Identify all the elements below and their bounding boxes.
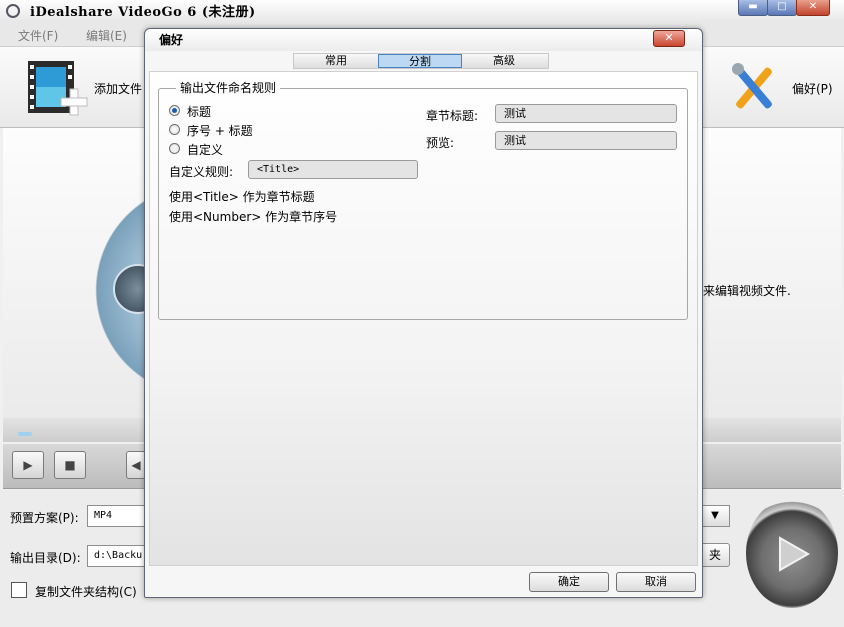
- preset-select[interactable]: MP4: [87, 505, 147, 527]
- hint-title: 使用<Title> 作为章节标题: [169, 190, 315, 204]
- app-icon: [6, 4, 20, 18]
- copy-structure-label: 复制文件夹结构(C): [35, 585, 137, 599]
- stop-icon: ■: [64, 458, 76, 472]
- add-file-label[interactable]: 添加文件: [94, 80, 142, 97]
- volume-button[interactable]: ◀: [126, 451, 146, 479]
- tab-split-label: 分割: [409, 55, 431, 68]
- tab-split[interactable]: 分割: [378, 54, 462, 68]
- chapter-title-label: 章节标题:: [426, 109, 479, 123]
- preferences-button[interactable]: [726, 59, 782, 117]
- option-custom-label: 自定义: [187, 143, 224, 157]
- radio-title[interactable]: [169, 105, 180, 116]
- app-title: iDealshare VideoGo 6 (未注册): [30, 5, 256, 20]
- ok-label: 确定: [558, 575, 580, 588]
- chapter-title-field[interactable]: 测试: [495, 104, 677, 123]
- close-icon: ✕: [664, 31, 674, 44]
- custom-rule-value: <Title>: [257, 164, 300, 175]
- close-icon: ✕: [808, 1, 818, 12]
- dialog-title: 偏好: [159, 33, 184, 47]
- play-icon: ▶: [23, 458, 33, 472]
- volume-icon: ◀: [131, 458, 141, 472]
- option-title-label: 标题: [187, 105, 212, 119]
- radio-number-title[interactable]: [169, 124, 180, 135]
- progress-knob[interactable]: [18, 432, 32, 436]
- add-file-button[interactable]: [26, 59, 88, 116]
- chapter-title-value: 测试: [504, 107, 526, 120]
- dialog-titlebar: 偏好 ✕: [145, 29, 702, 51]
- open-folder-button[interactable]: 夹: [700, 543, 730, 567]
- tab-general[interactable]: 常用: [294, 54, 378, 68]
- naming-rule-group-title: 输出文件命名规则: [176, 79, 281, 96]
- option-custom[interactable]: 自定义: [169, 141, 289, 157]
- play-button[interactable]: ▶: [12, 451, 44, 479]
- preferences-label[interactable]: 偏好(P): [792, 80, 833, 97]
- close-button[interactable]: ✕: [796, 0, 830, 16]
- copy-structure-checkbox[interactable]: [11, 582, 27, 598]
- preferences-dialog: 偏好 ✕ 常用 分割 高级 输出文件命名规则 标题 序号 + 标题 自定义 自定…: [144, 28, 703, 598]
- preset-dropdown-button[interactable]: ▼: [700, 505, 730, 527]
- chevron-down-icon: ▼: [711, 510, 719, 521]
- option-number-title[interactable]: 序号 + 标题: [169, 122, 289, 138]
- preset-label: 预置方案(P):: [10, 511, 79, 525]
- cancel-label: 取消: [645, 575, 667, 588]
- custom-rule-label: 自定义规则:: [169, 165, 234, 179]
- menu-file[interactable]: 文件(F): [18, 27, 58, 44]
- output-label: 输出目录(D):: [10, 551, 81, 565]
- preview-field[interactable]: 测试: [495, 131, 677, 150]
- preview-hint: 来编辑视频文件.: [703, 284, 791, 298]
- tab-general-label: 常用: [325, 54, 347, 67]
- option-title[interactable]: 标题: [169, 103, 289, 119]
- radio-custom[interactable]: [169, 143, 180, 154]
- film-add-icon: [28, 61, 88, 116]
- dialog-close-button[interactable]: ✕: [653, 30, 685, 47]
- main-titlebar: iDealshare VideoGo 6 (未注册) ▬ □ ✕: [0, 0, 844, 22]
- hint-number: 使用<Number> 作为章节序号: [169, 210, 338, 224]
- maximize-icon: □: [777, 1, 787, 12]
- cancel-button[interactable]: 取消: [616, 572, 696, 592]
- convert-button[interactable]: [746, 498, 838, 608]
- minimize-button[interactable]: ▬: [738, 0, 768, 16]
- stop-button[interactable]: ■: [54, 451, 86, 479]
- tab-advanced-label: 高级: [493, 54, 515, 67]
- maximize-button[interactable]: □: [767, 0, 797, 16]
- preview-label: 预览:: [426, 136, 455, 150]
- open-folder-label: 夹: [708, 548, 721, 562]
- minimize-icon: ▬: [748, 1, 758, 12]
- custom-rule-field[interactable]: <Title>: [248, 160, 418, 179]
- menu-edit[interactable]: 编辑(E): [86, 27, 127, 44]
- dialog-tabs: 常用 分割 高级: [293, 53, 549, 69]
- convert-play-icon: [779, 536, 811, 572]
- output-dir-field[interactable]: d:\Backu: [87, 545, 147, 567]
- tools-icon: [732, 63, 772, 109]
- tab-advanced[interactable]: 高级: [462, 54, 546, 68]
- preset-value: MP4: [94, 510, 113, 521]
- output-dir-value: d:\Backu: [94, 550, 143, 561]
- ok-button[interactable]: 确定: [529, 572, 609, 592]
- preview-value: 测试: [504, 134, 526, 147]
- option-number-title-label: 序号 + 标题: [187, 124, 253, 138]
